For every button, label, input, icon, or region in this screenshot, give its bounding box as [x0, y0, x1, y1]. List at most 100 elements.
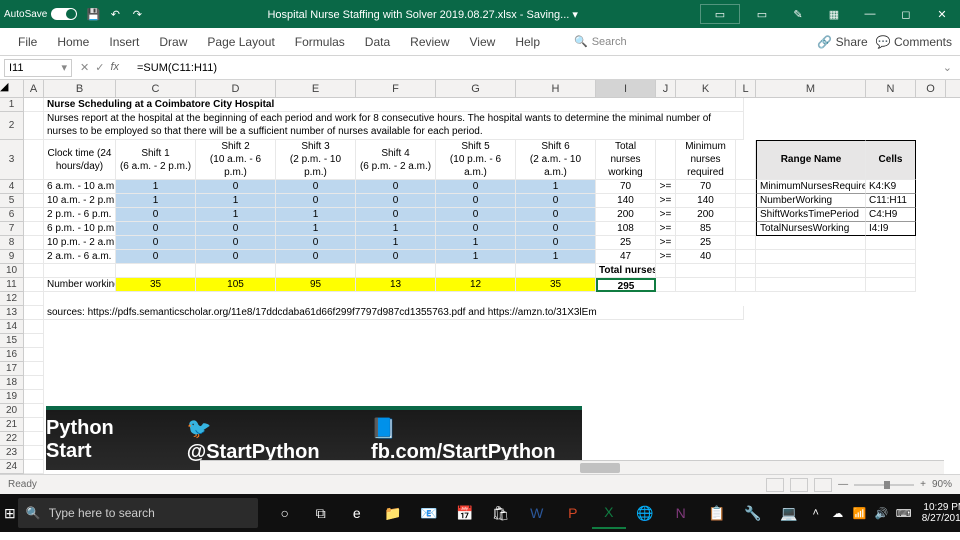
cell[interactable] — [24, 306, 44, 320]
account-icon[interactable]: ▭ — [700, 4, 740, 24]
row-header[interactable]: 10 — [0, 264, 24, 278]
cell[interactable] — [24, 222, 44, 236]
cell[interactable] — [656, 264, 676, 278]
cell[interactable] — [756, 278, 866, 292]
cell[interactable]: 1 — [116, 194, 196, 208]
row-header[interactable]: 23 — [0, 446, 24, 460]
row-header[interactable]: 16 — [0, 348, 24, 362]
cell[interactable]: 0 — [276, 180, 356, 194]
cell[interactable]: 0 — [116, 222, 196, 236]
cell[interactable]: >= — [656, 208, 676, 222]
cell[interactable] — [656, 140, 676, 180]
zoom-out-button[interactable]: — — [838, 479, 848, 490]
cell[interactable] — [356, 264, 436, 278]
column-header[interactable]: F — [356, 80, 436, 97]
cell[interactable]: 0 — [116, 250, 196, 264]
row-header[interactable]: 15 — [0, 334, 24, 348]
cell[interactable]: 85 — [676, 222, 736, 236]
cell[interactable]: 10 a.m. - 2 p.m. — [44, 194, 116, 208]
cell[interactable]: C11:H11 — [866, 194, 916, 208]
cell[interactable]: 6 p.m. - 10 p.m. — [44, 222, 116, 236]
cell[interactable]: 1 — [276, 222, 356, 236]
cell[interactable]: Total nurses working — [596, 140, 656, 180]
cell[interactable]: 0 — [196, 180, 276, 194]
language-icon[interactable]: ⌨ — [896, 507, 912, 520]
row-header[interactable]: 9 — [0, 250, 24, 264]
cell[interactable]: Cells — [866, 140, 916, 180]
cell[interactable]: >= — [656, 250, 676, 264]
cell[interactable]: 0 — [276, 250, 356, 264]
close-button[interactable]: ✕ — [928, 4, 956, 24]
cell[interactable] — [24, 404, 44, 418]
cell[interactable] — [866, 236, 916, 250]
cell[interactable]: >= — [656, 236, 676, 250]
page-break-view-icon[interactable] — [814, 478, 832, 492]
cell[interactable]: >= — [656, 194, 676, 208]
cell[interactable]: 35 — [516, 278, 596, 292]
cell[interactable] — [24, 376, 44, 390]
column-header[interactable]: B — [44, 80, 116, 97]
column-header[interactable]: I — [596, 80, 656, 97]
row-header[interactable]: 4 — [0, 180, 24, 194]
row-header[interactable]: 19 — [0, 390, 24, 404]
cell[interactable] — [676, 264, 736, 278]
cell[interactable]: 1 — [356, 222, 436, 236]
cell[interactable]: 0 — [516, 236, 596, 250]
cell[interactable] — [736, 222, 756, 236]
ribbon-tab-view[interactable]: View — [460, 31, 506, 53]
ribbon-tab-page-layout[interactable]: Page Layout — [197, 31, 284, 53]
zoom-slider[interactable] — [854, 484, 914, 486]
cell[interactable]: 0 — [436, 208, 516, 222]
onedrive-icon[interactable]: ☁ — [830, 507, 846, 520]
cell[interactable]: 1 — [516, 180, 596, 194]
cell[interactable]: Shift 4(6 p.m. - 2 a.m.) — [356, 140, 436, 180]
row-header[interactable]: 1 — [0, 98, 24, 112]
cell[interactable]: 1 — [196, 194, 276, 208]
cell[interactable] — [756, 236, 866, 250]
cortana-icon[interactable]: ○ — [268, 497, 302, 529]
cell[interactable] — [736, 264, 756, 278]
ribbon-tab-insert[interactable]: Insert — [99, 31, 149, 53]
cell[interactable]: Total nurses — [596, 264, 656, 278]
cell[interactable]: Range Name — [756, 140, 866, 180]
cell[interactable] — [24, 180, 44, 194]
cell[interactable] — [24, 460, 44, 474]
cell[interactable]: Shift 1(6 a.m. - 2 p.m.) — [116, 140, 196, 180]
cell[interactable] — [24, 208, 44, 222]
cell[interactable]: Nurse Scheduling at a Coimbatore City Ho… — [44, 98, 744, 112]
start-button[interactable]: ⊞ — [4, 497, 16, 529]
word-icon[interactable]: W — [520, 497, 554, 529]
tray-chevron-icon[interactable]: ˄ — [808, 507, 824, 519]
cell[interactable] — [736, 278, 756, 292]
minimize-button[interactable]: — — [856, 4, 884, 24]
zoom-in-button[interactable]: + — [920, 479, 926, 490]
cell[interactable]: 200 — [596, 208, 656, 222]
column-header[interactable]: E — [276, 80, 356, 97]
cell[interactable]: 95 — [276, 278, 356, 292]
ribbon-tab-file[interactable]: File — [8, 31, 47, 53]
clock[interactable]: 10:29 PM 8/27/2019 — [922, 502, 960, 524]
cell[interactable] — [736, 208, 756, 222]
cell[interactable]: ShiftWorksTimePeriod — [756, 208, 866, 222]
cell[interactable] — [436, 264, 516, 278]
cell[interactable] — [24, 362, 44, 376]
row-header[interactable]: 22 — [0, 432, 24, 446]
cell[interactable]: 47 — [596, 250, 656, 264]
row-header[interactable]: 11 — [0, 278, 24, 292]
cell[interactable]: 0 — [276, 194, 356, 208]
horizontal-scrollbar[interactable] — [200, 460, 944, 474]
ribbon-mode-icon[interactable]: ▭ — [748, 4, 776, 24]
onenote-icon[interactable]: N — [664, 497, 698, 529]
explorer-icon[interactable]: 📁 — [376, 497, 410, 529]
app-icon-1[interactable]: 📋 — [700, 497, 734, 529]
cell[interactable]: 10 p.m. - 2 a.m. — [44, 236, 116, 250]
cell[interactable]: 105 — [196, 278, 276, 292]
tell-me-search[interactable]: 🔍 Search — [574, 35, 627, 48]
pen-icon[interactable]: ✎ — [784, 4, 812, 24]
cell[interactable]: 0 — [356, 208, 436, 222]
cell[interactable]: NumberWorking — [756, 194, 866, 208]
cell[interactable]: 70 — [596, 180, 656, 194]
cell[interactable]: 0 — [196, 250, 276, 264]
maximize-button[interactable]: ◻ — [892, 4, 920, 24]
cell[interactable]: 1 — [516, 250, 596, 264]
